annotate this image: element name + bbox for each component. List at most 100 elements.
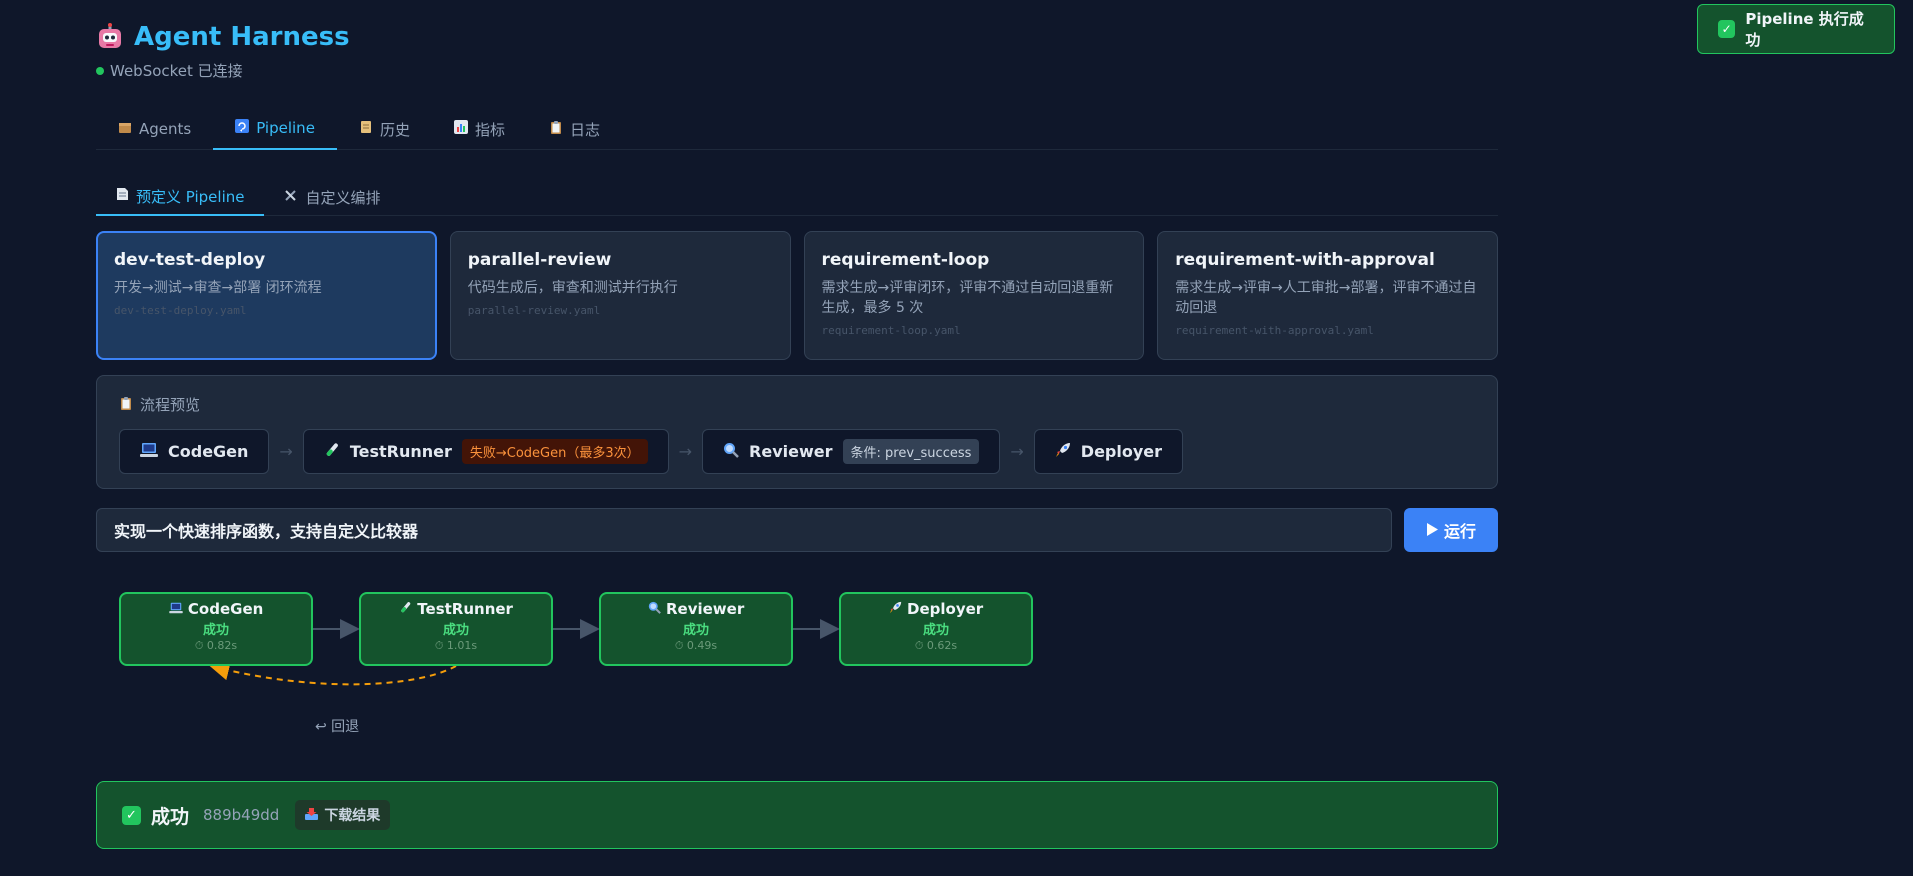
- graph-node-deployer[interactable]: Deployer 成功 ⏱ 0.62s: [839, 592, 1033, 666]
- scroll-icon: [359, 120, 373, 138]
- retry-loop-label: ↩ 回退: [315, 719, 360, 735]
- download-button[interactable]: 下载结果: [295, 800, 391, 830]
- graph-node-time: ⏱ 0.49s: [674, 639, 718, 652]
- result-panel: ✓ 成功 889b49dd 下载结果: [96, 781, 1498, 849]
- graph-node-status: 成功: [922, 623, 949, 638]
- check-icon: ✓: [1718, 20, 1736, 38]
- clipboard-icon: [119, 396, 133, 414]
- test-tube-icon: [399, 600, 412, 618]
- card-desc: 需求生成→评审闭环，评审不通过自动回退重新生成，最多 5 次: [821, 280, 1114, 316]
- flow-steps: CodeGen → TestRunner 失败→CodeGen（最多3次） → …: [119, 429, 1475, 474]
- flow-step-testrunner[interactable]: TestRunner 失败→CodeGen（最多3次）: [302, 429, 669, 474]
- flow-preview-title-text: 流程预览: [140, 396, 201, 414]
- check-icon: ✓: [122, 805, 141, 825]
- graph-node-title: Deployer: [841, 600, 1031, 618]
- card-name: requirement-with-approval: [1175, 250, 1435, 270]
- laptop-icon: [140, 442, 158, 462]
- graph-node-name: TestRunner: [417, 600, 513, 618]
- graph-node-reviewer[interactable]: Reviewer 成功 ⏱ 0.49s: [599, 592, 793, 666]
- test-tube-icon: [324, 442, 340, 462]
- card-file: requirement-loop.yaml: [821, 324, 961, 337]
- chart-icon: [453, 120, 468, 138]
- graph-node-codegen[interactable]: CodeGen 成功 ⏱ 0.82s: [119, 592, 313, 666]
- tab-logs-label: 日志: [569, 120, 600, 139]
- pipeline-card-dev-test-deploy[interactable]: dev-test-deploy 开发→测试→审查→部署 闭环流程 dev-tes…: [96, 231, 437, 360]
- card-desc: 开发→测试→审查→部署 闭环流程: [114, 280, 322, 296]
- app-title: Agent Harness: [96, 22, 350, 52]
- magnifier-icon: [723, 442, 739, 462]
- graph-node-title: CodeGen: [121, 600, 311, 618]
- graph-node-name: CodeGen: [187, 600, 264, 618]
- graph-node-time: ⏱ 0.62s: [914, 639, 958, 652]
- tab-agents-label: Agents: [139, 120, 192, 138]
- laptop-icon: [168, 600, 183, 618]
- robot-icon: [99, 23, 121, 48]
- pipeline-card-parallel-review[interactable]: parallel-review 代码生成后，审查和测试并行执行 parallel…: [449, 231, 791, 360]
- card-file: requirement-with-approval.yaml: [1175, 324, 1374, 337]
- package-icon: [118, 120, 132, 138]
- subtab-predefined[interactable]: 预定义 Pipeline: [96, 178, 265, 216]
- magnifier-icon: [648, 600, 661, 618]
- document-icon: [116, 187, 129, 205]
- tab-metrics-label: 指标: [474, 120, 505, 139]
- result-hash: 889b49dd: [203, 806, 280, 824]
- download-button-label: 下载结果: [324, 808, 381, 824]
- flow-step-codegen[interactable]: CodeGen: [119, 429, 270, 474]
- flow-arrow: →: [279, 442, 293, 461]
- subtab-custom[interactable]: 自定义编排: [264, 178, 400, 216]
- toast-message: Pipeline 执行成功: [1745, 10, 1864, 49]
- flow-arrow: →: [678, 442, 693, 461]
- subtab-custom-label: 自定义编排: [305, 188, 381, 207]
- graph-node-title: TestRunner: [361, 600, 551, 618]
- card-name: parallel-review: [467, 250, 612, 270]
- clipboard-icon: [549, 120, 563, 138]
- pipeline-card-requirement-with-approval[interactable]: requirement-with-approval 需求生成→评审→人工审批→部…: [1157, 231, 1498, 360]
- flow-step-name: CodeGen: [168, 442, 249, 461]
- condition-tag: 条件: prev_success: [842, 439, 980, 464]
- retry-tag: 失败→CodeGen（最多3次）: [461, 439, 648, 464]
- flow-preview: 流程预览 CodeGen → TestRunner 失败→CodeGen（最多3…: [96, 375, 1498, 489]
- success-toast: ✓ Pipeline 执行成功: [1697, 4, 1895, 54]
- graph-node-status: 成功: [202, 623, 229, 638]
- pipeline-cards: dev-test-deploy 开发→测试→审查→部署 闭环流程 dev-tes…: [96, 231, 1498, 360]
- run-button-label: 运行: [1443, 522, 1476, 541]
- connection-status: WebSocket 已连接: [96, 60, 350, 81]
- tab-agents[interactable]: Agents: [96, 108, 213, 150]
- tab-history[interactable]: 历史: [337, 108, 432, 150]
- graph-node-status: 成功: [682, 623, 709, 638]
- result-title: 成功: [151, 805, 190, 828]
- tools-icon: [284, 188, 298, 206]
- pipeline-card-requirement-loop[interactable]: requirement-loop 需求生成→评审闭环，评审不通过自动回退重新生成…: [803, 231, 1145, 360]
- task-input[interactable]: [96, 508, 1392, 552]
- app-title-text: Agent Harness: [134, 22, 350, 52]
- graph-node-time: ⏱ 1.01s: [434, 639, 478, 652]
- graph-node-testrunner[interactable]: TestRunner 成功 ⏱ 1.01s: [359, 592, 553, 666]
- flow-step-deployer[interactable]: Deployer: [1033, 429, 1184, 474]
- download-icon: [305, 807, 319, 824]
- pipeline-subtabs: 预定义 Pipeline 自定义编排: [96, 178, 1498, 216]
- rocket-icon: [1055, 442, 1071, 462]
- flow-arrow: →: [1010, 442, 1024, 461]
- play-icon: [1426, 521, 1438, 540]
- edge-retry-loop: [209, 660, 457, 686]
- flow-step-reviewer[interactable]: Reviewer 条件: prev_success: [702, 429, 1001, 474]
- tab-pipeline[interactable]: Pipeline: [213, 108, 337, 150]
- tab-history-label: 历史: [379, 120, 410, 139]
- flow-step-name: Reviewer: [749, 442, 833, 461]
- card-file: parallel-review.yaml: [467, 304, 601, 317]
- flow-step-name: TestRunner: [349, 442, 452, 461]
- card-file: dev-test-deploy.yaml: [114, 304, 247, 317]
- execution-graph: CodeGen 成功 ⏱ 0.82s TestRunner 成功 ⏱ 1.01s…: [96, 580, 1096, 740]
- graph-node-status: 成功: [442, 623, 469, 638]
- card-desc: 代码生成后，审查和测试并行执行: [467, 280, 678, 296]
- graph-node-title: Reviewer: [601, 600, 791, 618]
- rocket-icon: [889, 600, 902, 618]
- tab-metrics[interactable]: 指标: [432, 108, 527, 150]
- card-desc: 需求生成→评审→人工审批→部署，评审不通过自动回退: [1175, 280, 1477, 316]
- run-button[interactable]: 运行: [1404, 508, 1498, 552]
- graph-node-name: Deployer: [907, 600, 984, 618]
- app-header: Agent Harness WebSocket 已连接: [96, 22, 350, 81]
- subtab-predefined-label: 预定义 Pipeline: [136, 187, 245, 206]
- tab-pipeline-label: Pipeline: [256, 119, 315, 137]
- tab-logs[interactable]: 日志: [527, 108, 622, 150]
